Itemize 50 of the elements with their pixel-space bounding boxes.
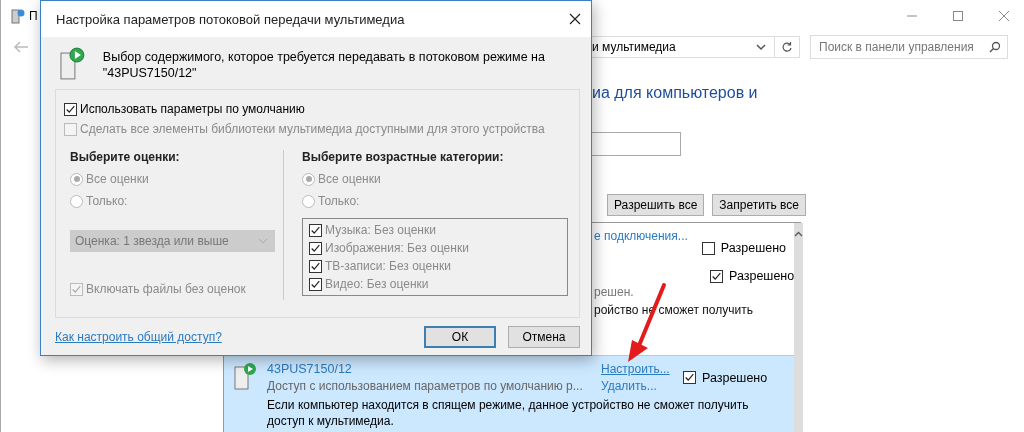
checkbox[interactable] <box>701 241 715 255</box>
section-title: Выберите оценки: <box>70 150 181 164</box>
media-device-icon <box>234 362 257 390</box>
device-status: решен. <box>594 285 635 299</box>
action-button[interactable]: Разрешить все <box>607 194 705 216</box>
radio-label: Все оценки <box>318 172 381 186</box>
cancel-button[interactable]: Отмена <box>508 326 580 348</box>
allowed-label: Разрешено <box>702 370 768 385</box>
search-field[interactable]: Поиск в панели управления <box>810 35 1008 59</box>
checkbox-label: Музыка: Без оценки <box>325 223 436 237</box>
radio-label: Только: <box>318 194 360 208</box>
device-name[interactable]: 43PUS7150/12 <box>267 362 601 376</box>
scroll-up-icon[interactable] <box>794 231 804 237</box>
dialog-title: Настройка параметров потоковой передачи мультимедиа <box>56 11 405 27</box>
checkbox-label: Изображения: Без оценки <box>325 241 469 255</box>
maximize-icon[interactable] <box>952 10 964 22</box>
customize-link[interactable]: Настроить... <box>601 362 683 376</box>
search-icon[interactable] <box>989 41 1001 53</box>
dialog-description: Выбор содержимого, которое требуется передавать в потоковом режиме на "43PUS7150/12" <box>102 49 546 82</box>
action-button[interactable]: Запретить все <box>712 194 806 216</box>
allowed-label: Разрешено <box>729 269 795 283</box>
checkbox-label: Включать файлы без оценок <box>86 282 246 296</box>
help-link[interactable]: Как настроить общий доступ? <box>55 330 222 344</box>
device-status: Доступ с использованием параметров по умолчанию р... <box>267 379 584 393</box>
device-row[interactable]: 43PUS7150/12 Доступ с использованием параметров по умолчанию р... Настроить... Удалить... Разрешено Если компьютер находится в спящем режиме, данное устройство не сможет получить доступ к мультимедиа. <box>224 355 795 432</box>
close-icon[interactable] <box>569 13 581 25</box>
checkbox[interactable] <box>710 269 723 283</box>
radio-label: Только: <box>86 194 128 208</box>
checkbox-label: Видео: Без оценки <box>325 277 429 291</box>
window-title: П <box>29 9 38 23</box>
address-bar[interactable]: и мультимедиа <box>592 36 800 58</box>
checkbox[interactable] <box>64 102 77 116</box>
chevron-icon <box>258 238 268 244</box>
radio-label: Все оценки <box>86 172 149 186</box>
scrollbar[interactable] <box>794 223 804 432</box>
ok-button[interactable]: ОК <box>424 326 496 348</box>
device-note: Если компьютер находится в спящем режиме, данное устройство не сможет получить доступ к мультимедиа. <box>267 397 750 429</box>
page-heading: иа для компьютеров и <box>592 84 759 102</box>
checkbox-label: ТВ-записи: Без оценки <box>325 259 451 273</box>
checkbox-label: Использовать параметры по умолчанию <box>80 102 305 116</box>
refresh-icon[interactable] <box>781 41 793 53</box>
device-link[interactable]: е подключения... <box>594 229 688 267</box>
checkbox[interactable] <box>683 371 696 384</box>
media-icon <box>11 8 25 24</box>
section-title: Выберите возрастные категории: <box>302 150 505 164</box>
checkbox-label: Сделать все элементы библиотеки мультимедиа доступными для этого устройства <box>80 122 545 136</box>
chevron-icon[interactable] <box>756 43 766 51</box>
media-device-icon <box>57 45 87 81</box>
allowed-label: Разрешено <box>720 241 786 255</box>
remove-link[interactable]: Удалить... <box>601 379 683 393</box>
